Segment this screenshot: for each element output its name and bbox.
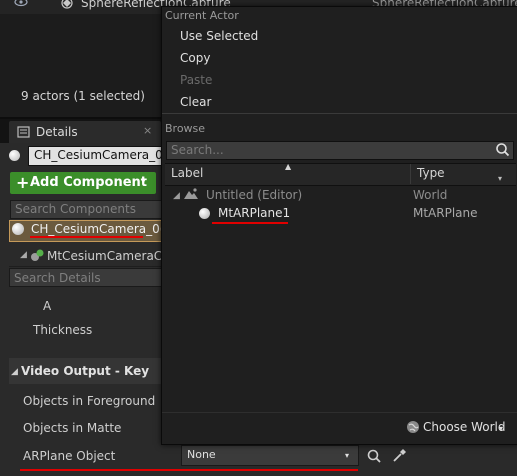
annotation-underline xyxy=(212,222,288,224)
sort-ascending-icon: ▲ xyxy=(285,162,292,171)
chevron-down-icon[interactable]: ▾ xyxy=(498,174,502,183)
annotation-underline xyxy=(30,236,143,238)
expand-caret-icon[interactable]: ◢ xyxy=(20,250,27,260)
details-tab-label: Details xyxy=(36,125,78,139)
search-placeholder: Search... xyxy=(171,143,224,157)
plus-icon: + xyxy=(16,173,30,192)
menu-item-copy[interactable]: Copy xyxy=(180,51,210,65)
search-details-placeholder: Search Details xyxy=(14,271,101,285)
divider xyxy=(9,266,161,267)
chevron-down-icon: ▾ xyxy=(345,451,350,460)
component-icon xyxy=(31,249,44,261)
separator xyxy=(162,412,517,413)
choose-world-button[interactable]: Choose World xyxy=(423,420,506,434)
property-label-matte: Objects in Matte xyxy=(23,421,122,435)
collapse-caret-icon: ◢ xyxy=(11,367,18,377)
section-header-browse: Browse xyxy=(165,122,206,135)
details-icon xyxy=(17,126,30,138)
actor-count: 9 actors (1 selected) xyxy=(21,89,145,103)
component-row-label: CH_CesiumCamera_0(se xyxy=(31,222,179,236)
column-header-row xyxy=(165,163,516,186)
tab-details[interactable] xyxy=(9,121,161,143)
category-label: Video Output - Key xyxy=(21,364,150,378)
property-label-thickness: Thickness xyxy=(33,323,93,337)
actor-picker-popup xyxy=(161,6,517,445)
arplane-object-value: None xyxy=(187,448,216,461)
globe-icon xyxy=(407,421,419,433)
column-header-label[interactable]: Label xyxy=(171,166,203,180)
separator xyxy=(162,113,517,114)
search-components-placeholder: Search Components xyxy=(15,202,136,216)
menu-item-paste[interactable]: Paste xyxy=(180,73,212,87)
expand-caret-icon[interactable]: ◢ xyxy=(173,191,180,201)
column-divider[interactable] xyxy=(410,164,411,184)
section-header-current-actor: Current Actor xyxy=(165,9,239,22)
world-icon xyxy=(184,188,198,199)
actor-name-value: CH_CesiumCamera_0 xyxy=(34,148,163,162)
tree-row-world-type: World xyxy=(413,188,448,202)
tree-row-mtarplane1-type: MtARPlane xyxy=(413,206,478,220)
actor-sphere-icon xyxy=(199,208,210,219)
property-label-a: A xyxy=(43,299,52,313)
menu-item-clear[interactable]: Clear xyxy=(180,95,211,109)
menu-item-use-selected[interactable]: Use Selected xyxy=(180,29,258,43)
actor-sphere-icon xyxy=(12,223,24,235)
annotation-underline xyxy=(20,469,358,471)
component-row-child[interactable]: MtCesiumCameraCon xyxy=(47,249,177,263)
close-icon[interactable]: × xyxy=(143,124,152,137)
column-header-type[interactable]: Type xyxy=(417,166,445,180)
tree-row-world[interactable]: Untitled (Editor) xyxy=(206,188,302,202)
chevron-down-icon: ▾ xyxy=(141,177,146,187)
eye-icon[interactable] xyxy=(14,0,28,7)
actor-sphere-icon xyxy=(9,150,20,161)
browse-icon[interactable] xyxy=(366,448,382,464)
property-label-foreground: Objects in Foreground xyxy=(23,394,156,408)
tree-row-mtarplane1[interactable]: MtARPlane1 xyxy=(218,206,290,220)
eyedropper-icon[interactable] xyxy=(391,448,407,464)
add-component-label: Add Component xyxy=(30,175,147,190)
chevron-down-icon[interactable]: ▾ xyxy=(499,424,503,433)
property-label-arplane: ARPlane Object xyxy=(23,449,116,463)
search-icon[interactable] xyxy=(495,142,510,157)
sphere-reflection-icon xyxy=(61,0,73,9)
